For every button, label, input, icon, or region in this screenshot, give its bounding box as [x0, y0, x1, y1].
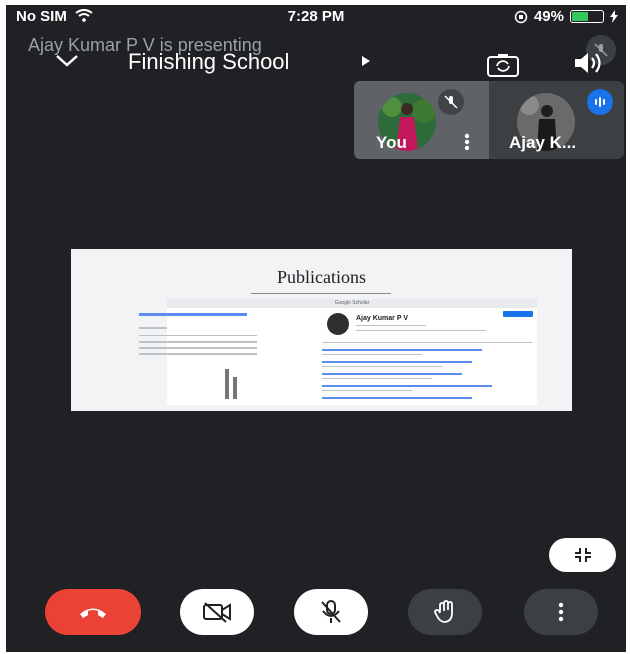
participant-name: Ajay K... — [509, 133, 577, 152]
follow-button — [503, 311, 533, 317]
avatar — [327, 313, 349, 335]
camera-toggle-button[interactable] — [180, 589, 254, 635]
mic-off-icon — [438, 89, 464, 115]
decor-line — [139, 347, 257, 349]
more-vert-icon[interactable] — [464, 133, 470, 151]
decor-line — [139, 327, 167, 329]
decor-line — [322, 385, 492, 387]
mic-off-icon — [321, 600, 341, 623]
scholar-header: Google Scholar — [167, 299, 537, 308]
slide-title: Publications — [277, 267, 366, 287]
decor-line — [322, 397, 472, 399]
switch-camera-icon[interactable] — [486, 52, 520, 78]
decor-line — [322, 342, 532, 343]
decor-line — [139, 341, 257, 343]
decor-line — [322, 361, 472, 363]
participant-tile-you[interactable]: You — [354, 81, 489, 159]
title-underline — [251, 293, 391, 294]
chart-bar — [233, 377, 237, 399]
decor-line — [322, 354, 422, 355]
participant-tile-ajay[interactable]: Ajay K... — [489, 81, 624, 159]
scholar-screenshot: Google Scholar Ajay Kumar P V — [139, 299, 537, 405]
decor-line — [322, 373, 462, 375]
meeting-title[interactable]: Finishing School — [128, 49, 289, 75]
speaking-indicator-icon — [587, 89, 613, 115]
decor-line — [322, 378, 432, 379]
decor-line — [139, 353, 257, 355]
end-call-button[interactable] — [45, 589, 141, 635]
decor-line — [322, 390, 412, 391]
participant-name: You — [376, 133, 407, 152]
more-options-button[interactable] — [524, 589, 598, 635]
chart-bar — [225, 369, 229, 399]
decor-line — [139, 313, 247, 316]
decor-line — [356, 330, 486, 331]
shrink-button[interactable] — [549, 538, 616, 572]
charging-icon — [610, 10, 618, 23]
more-vert-icon — [558, 602, 564, 622]
profile-name: Ajay Kumar P V — [356, 315, 409, 322]
decor-line — [322, 366, 442, 367]
phone-hangup-icon — [80, 608, 106, 618]
decor-line — [356, 325, 426, 326]
raise-hand-button[interactable] — [408, 589, 482, 635]
battery-percent: 49% — [533, 8, 564, 25]
status-right: 49% — [514, 8, 618, 25]
chevron-down-icon[interactable] — [54, 53, 80, 69]
mic-toggle-button[interactable] — [294, 589, 368, 635]
presentation-slide: Publications Google Scholar Ajay Kumar P… — [71, 249, 572, 411]
camera-off-icon — [203, 602, 231, 623]
decor-line — [322, 349, 482, 351]
meet-screen: No SIM 7:28 PM 49% Ajay Kumar P V is pre… — [6, 5, 626, 652]
shrink-icon — [574, 548, 591, 562]
battery-icon — [570, 10, 604, 23]
decor-line — [139, 335, 257, 336]
status-bar: No SIM 7:28 PM 49% — [6, 5, 626, 31]
caret-right-icon[interactable] — [361, 55, 371, 67]
speaker-icon[interactable] — [572, 50, 606, 76]
orientation-lock-icon — [514, 10, 528, 23]
participant-tiles: You Ajay K... — [354, 81, 624, 159]
hand-icon — [434, 600, 453, 623]
